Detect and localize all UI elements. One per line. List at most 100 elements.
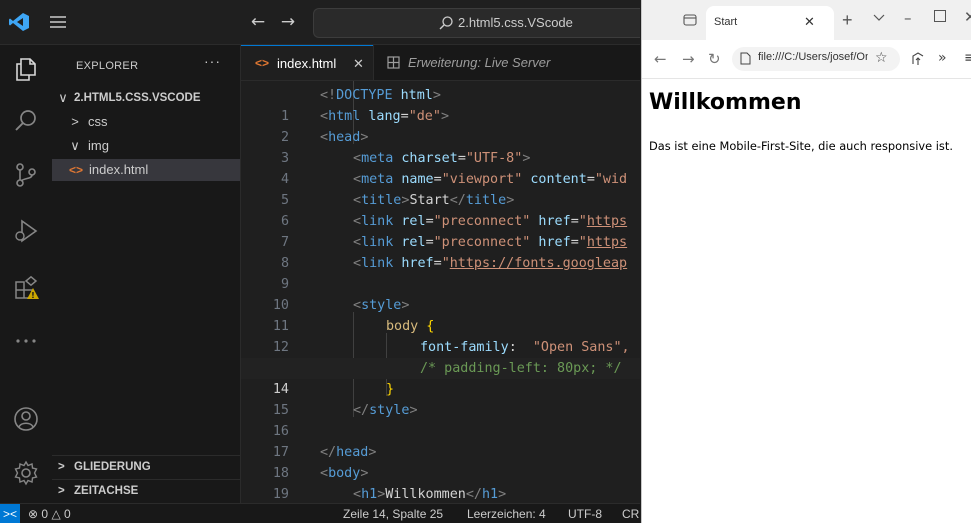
tab-live-server[interactable]: Erweiterung: Live Server [373, 45, 640, 80]
explorer-more-button[interactable]: ··· [204, 53, 221, 69]
minimize-icon[interactable]: – [904, 9, 912, 27]
code-line: 2 <html lang="de"> [280, 109, 449, 145]
code-line: 10 [272, 298, 289, 313]
command-center-text: 2.html5.css.VScode [458, 15, 573, 30]
error-count: 0 [41, 507, 49, 521]
file-index-html-label: index.html [89, 162, 149, 177]
folder-root-label: 2.HTML5.CSS.VSCODE [74, 92, 201, 104]
account-icon[interactable] [12, 405, 40, 433]
menu-icon[interactable]: ≡ [964, 50, 971, 66]
code-line: 6 <title>Start</title> [280, 193, 515, 229]
warning-count: 0 [64, 507, 71, 521]
code-line: 5 <meta name="viewport" content="wid [280, 172, 628, 208]
browser-window: Start ✕ + – ✕ ← → ↻ file:///C:/Users/jos… [641, 0, 971, 523]
chevron-down-icon[interactable] [872, 10, 886, 24]
page-content: Willkommen Das ist eine Mobile-First-Sit… [642, 79, 971, 523]
indentation[interactable]: Leerzeichen: 4 [467, 504, 546, 523]
explorer-sidebar: EXPLORER ··· ∨ 2.HTML5.CSS.VSCODE > css … [52, 45, 241, 503]
browser-toolbar: ← → ↻ file:///C:/Users/josef/OneDrive ☆ … [642, 40, 971, 79]
folder-img[interactable]: ∨ img [52, 135, 240, 157]
command-center[interactable]: 2.html5.css.VScode [313, 8, 640, 38]
vscode-logo-icon [9, 13, 29, 31]
code-line: 8 <link rel="preconnect" href="https [280, 235, 628, 271]
code-line: 18 </head> [272, 445, 377, 481]
favorite-star-icon[interactable]: ☆ [875, 50, 888, 66]
editor-tabs: <> index.html ✕ Erweiterung: Live Server [241, 45, 640, 81]
chevron-right-icon: > [58, 461, 65, 473]
chevron-right-icon: > [71, 114, 79, 129]
file-icon [740, 52, 751, 65]
search-icon [439, 16, 453, 30]
run-debug-icon[interactable] [12, 217, 40, 245]
close-icon[interactable]: ✕ [804, 15, 815, 30]
section-gliederung[interactable]: > GLIEDERUNG [52, 455, 240, 478]
browser-tab-strip: Start ✕ + – ✕ [642, 0, 971, 40]
code-line: 9 <link href="https://fonts.googleap [280, 256, 628, 292]
code-line: 19 <body> [272, 466, 369, 502]
code-editor[interactable]: 1 <!DOCTYPE html> 2 <html lang="de"> 3 <… [241, 81, 640, 503]
code-line: 15 } [272, 382, 395, 418]
title-bar: ← → 2.html5.css.VScode [0, 0, 640, 45]
folder-css-label: css [88, 114, 108, 129]
code-line: 11 <style> [272, 298, 410, 334]
address-bar[interactable]: file:///C:/Users/josef/OneDrive ☆ [732, 47, 900, 71]
code-line-current: 14 /* padding-left: 80px; */ [241, 358, 640, 397]
problems-indicator[interactable]: ⊗ 0 △ 0 [28, 504, 71, 523]
address-text: file:///C:/Users/josef/OneDrive [758, 51, 868, 63]
section-gliederung-label: GLIEDERUNG [74, 461, 151, 473]
settings-gear-icon[interactable] [12, 459, 40, 487]
warning-icon: △ [51, 507, 61, 521]
page-heading: Willkommen [649, 90, 802, 115]
window-close-icon[interactable]: ✕ [964, 8, 971, 26]
cursor-position[interactable]: Zeile 14, Spalte 25 [343, 504, 443, 523]
encoding[interactable]: UTF-8 [568, 504, 602, 523]
code-line: 4 <meta charset="UTF-8"> [280, 151, 531, 187]
tab-index-html[interactable]: <> index.html ✕ [241, 45, 373, 80]
file-index-html[interactable]: <> index.html [52, 159, 240, 181]
reload-icon[interactable]: ↻ [708, 50, 721, 68]
chevron-right-icon: > [58, 485, 65, 497]
section-zeitachse[interactable]: > ZEITACHSE [52, 479, 240, 502]
browser-tab-title: Start [714, 16, 738, 28]
code-line: 3 <head> [280, 130, 369, 166]
code-line: 16 </style> [272, 403, 418, 439]
search-icon[interactable] [12, 107, 40, 135]
close-icon[interactable]: ✕ [353, 46, 364, 81]
code-line: 12 body { [272, 319, 435, 355]
svg-text:!: ! [31, 291, 35, 300]
code-line: 13 font-family: "Open Sans", [273, 340, 630, 376]
page-paragraph: Das ist eine Mobile-First-Site, die auch… [649, 139, 953, 153]
end-of-line[interactable]: CR [622, 504, 639, 523]
source-control-icon[interactable] [12, 161, 40, 189]
more-icon[interactable] [12, 327, 40, 355]
html-file-icon: <> [255, 56, 270, 70]
section-zeitachse-label: ZEITACHSE [74, 485, 139, 497]
explorer-title: EXPLORER [76, 60, 139, 72]
back-arrow-icon[interactable]: ← [249, 13, 267, 31]
menu-icon[interactable] [48, 12, 68, 32]
vscode-window: ← → 2.html5.css.VScode ! EXPLORER ··· ∨ … [0, 0, 640, 523]
new-tab-icon[interactable]: + [842, 10, 853, 31]
tab-live-server-label: Erweiterung: Live Server [408, 55, 551, 70]
back-arrow-icon[interactable]: ← [654, 50, 667, 68]
explorer-icon[interactable] [12, 55, 40, 83]
folder-root[interactable]: ∨ 2.HTML5.CSS.VSCODE [52, 87, 240, 109]
tab-actions-icon[interactable] [682, 12, 698, 28]
folder-img-label: img [88, 138, 109, 153]
status-bar: >< ⊗ 0 △ 0 Zeile 14, Spalte 25 Leerzeich… [0, 503, 640, 523]
favorites-icon[interactable] [910, 51, 926, 67]
code-line: 20 <h1>Willkommen</h1> [353, 487, 507, 502]
chevron-down-icon: ∨ [70, 138, 80, 153]
extensions-icon [387, 56, 400, 69]
extensions-icon[interactable]: ! [12, 273, 40, 301]
chevron-down-icon: ∨ [58, 90, 68, 105]
remote-indicator-icon[interactable]: >< [0, 504, 20, 523]
more-tools-icon[interactable]: » [938, 50, 947, 66]
browser-tab[interactable]: Start ✕ [706, 6, 834, 40]
forward-arrow-icon[interactable]: → [682, 50, 695, 68]
activity-bar: ! [0, 45, 52, 503]
forward-arrow-icon[interactable]: → [279, 13, 297, 31]
folder-css[interactable]: > css [52, 111, 240, 133]
html-file-icon: <> [69, 163, 84, 177]
maximize-icon[interactable] [934, 10, 946, 22]
